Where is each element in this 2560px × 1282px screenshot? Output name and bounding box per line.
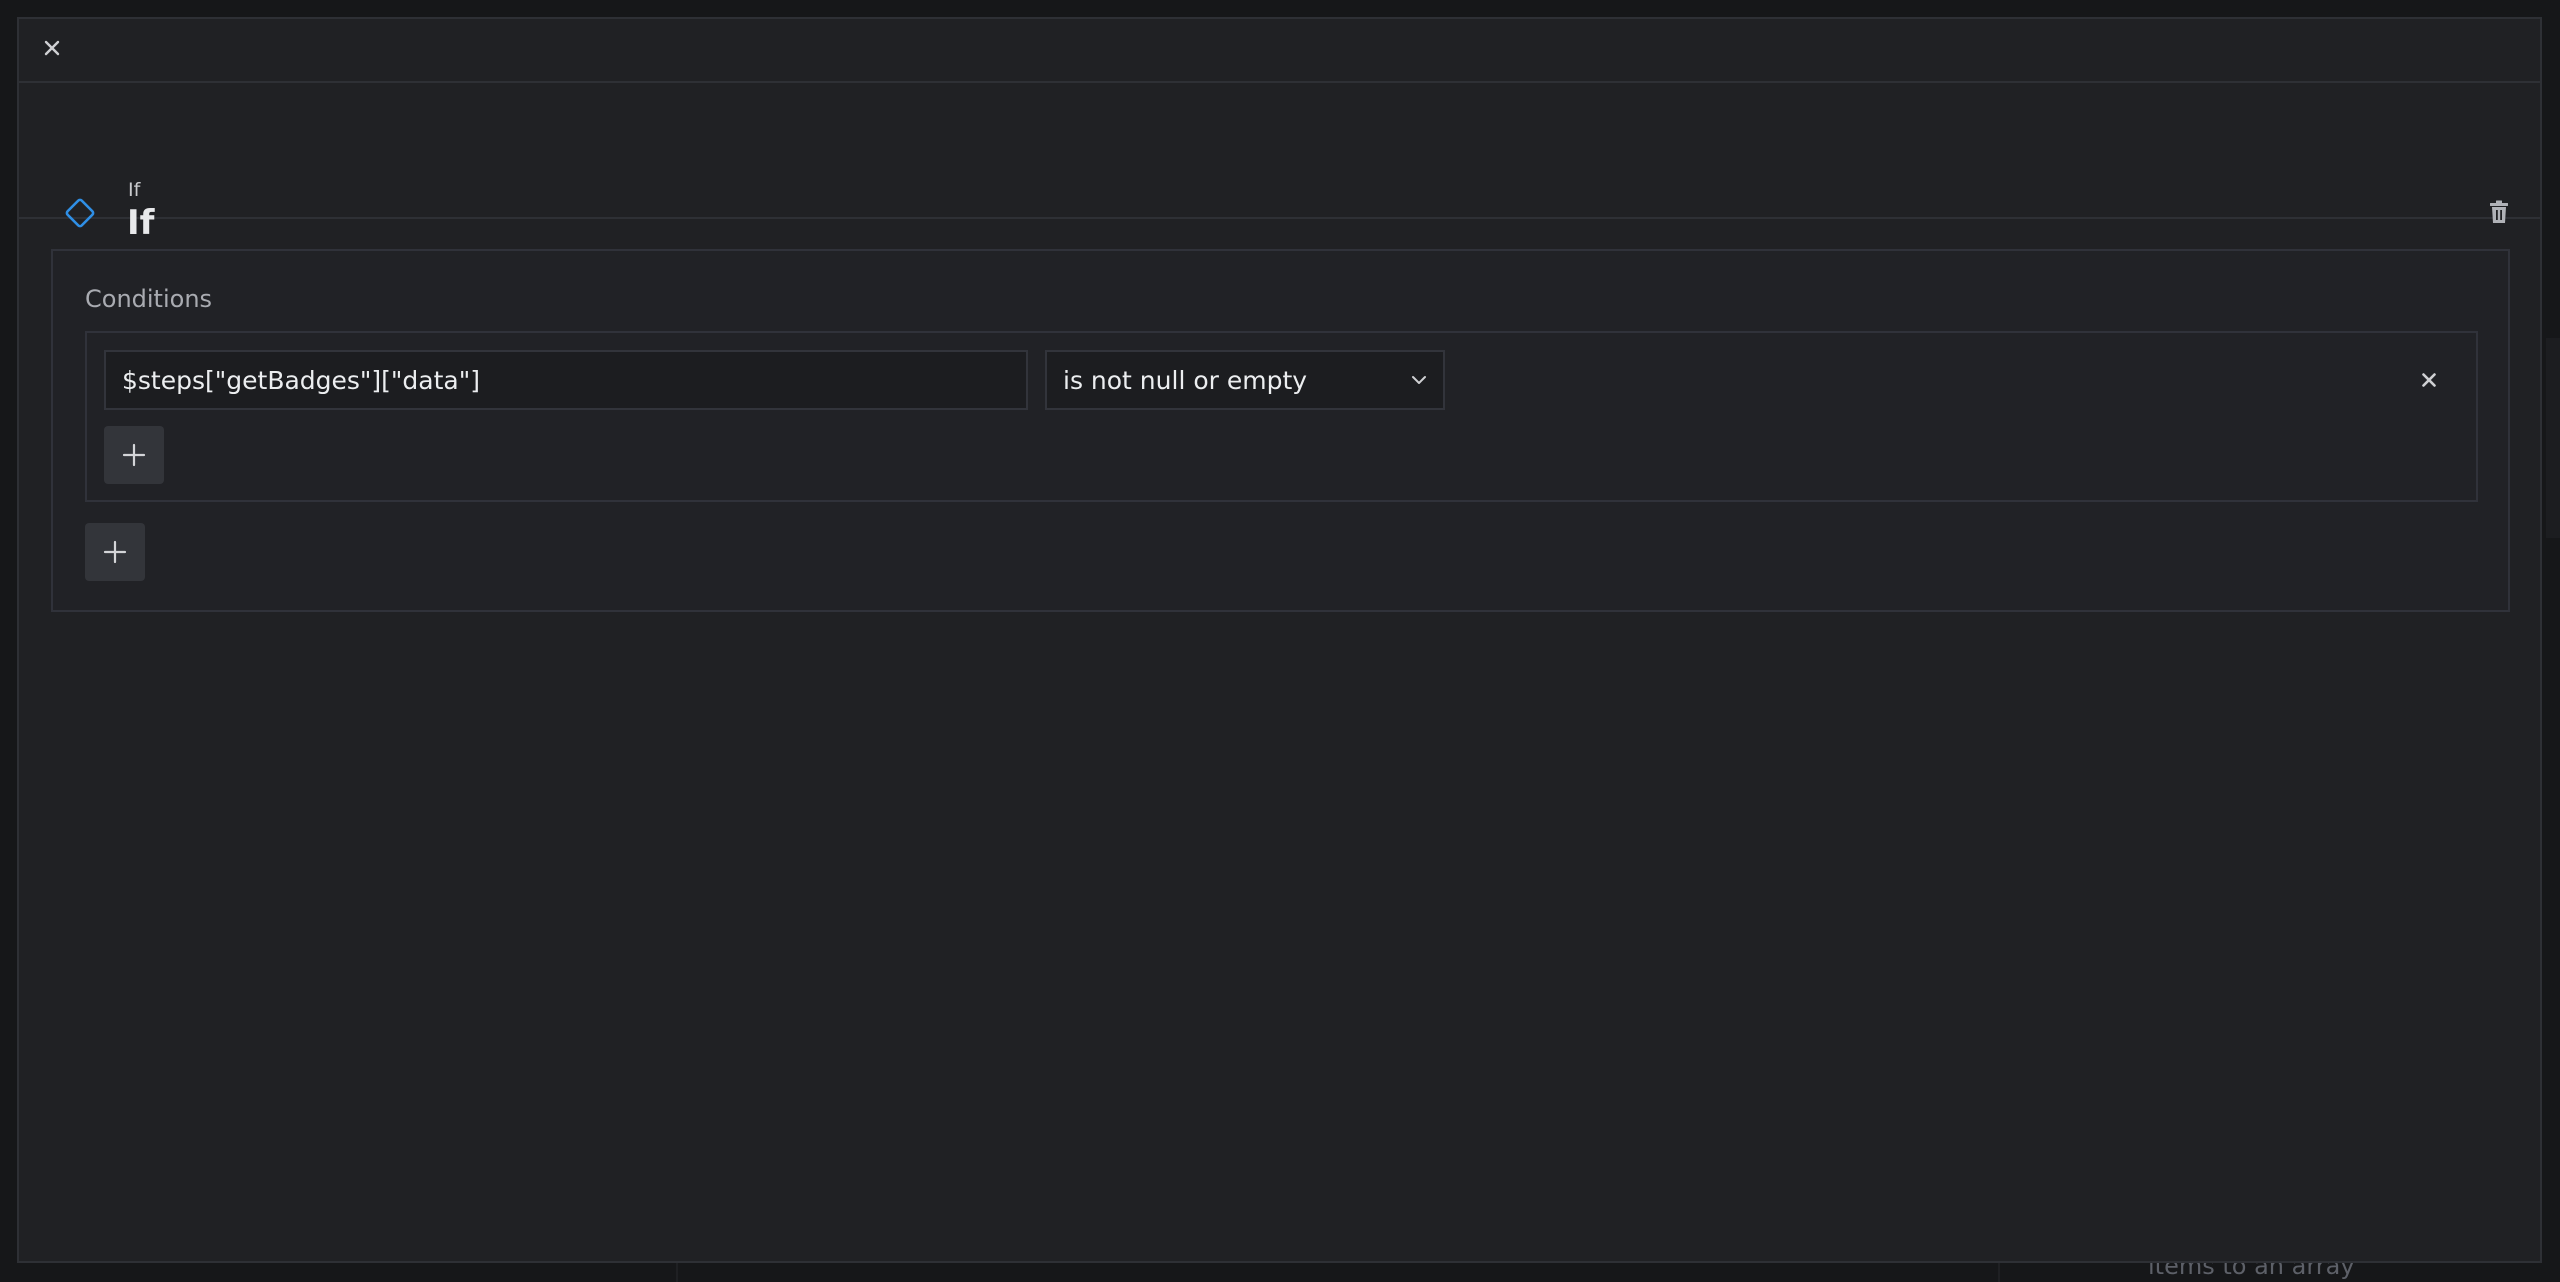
plus-icon xyxy=(103,540,127,564)
close-icon xyxy=(44,40,60,56)
remove-condition-button[interactable] xyxy=(2416,367,2442,393)
node-header: If If xyxy=(19,83,2540,243)
background-divider xyxy=(676,1262,678,1282)
condition-operator-select[interactable]: is not null or empty xyxy=(1045,350,1445,410)
add-condition-button[interactable] xyxy=(104,426,164,484)
plus-icon xyxy=(122,443,146,467)
close-icon xyxy=(2422,373,2436,387)
diamond-icon xyxy=(62,195,98,235)
close-modal-button[interactable] xyxy=(37,33,67,63)
node-title[interactable]: If xyxy=(127,203,154,243)
conditions-label: Conditions xyxy=(85,285,213,313)
condition-expression-input[interactable] xyxy=(104,350,1028,410)
step-editor-modal: If If Conditions is not null or empty xyxy=(17,17,2542,1263)
background-divider xyxy=(1998,1262,2000,1282)
modal-topbar xyxy=(19,19,2540,83)
node-type-label: If xyxy=(128,179,141,201)
conditions-panel: Conditions is not null or empty xyxy=(51,249,2510,612)
trash-icon xyxy=(2490,200,2508,223)
delete-step-button[interactable] xyxy=(2484,195,2514,229)
condition-operator-value: is not null or empty xyxy=(1063,365,1308,395)
add-condition-group-button[interactable] xyxy=(85,523,145,581)
chevron-down-icon xyxy=(1412,376,1426,384)
background-panel-edge xyxy=(2546,338,2560,538)
condition-group: is not null or empty xyxy=(85,331,2478,502)
